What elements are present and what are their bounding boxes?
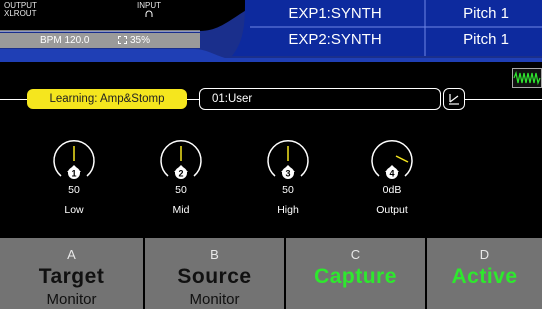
divider-line-mid <box>187 99 199 100</box>
knob-value: 50 <box>68 184 80 196</box>
knob-low[interactable]: 1 50 Low <box>44 130 104 220</box>
knob-dial: 2 <box>160 140 202 179</box>
knob-value: 0dB <box>382 184 402 196</box>
knob-value: 50 <box>175 184 187 196</box>
button-c-capture[interactable]: C Capture <box>286 238 425 309</box>
knob-label: Mid <box>172 204 190 216</box>
bpm-readout: BPM 120.0 <box>40 35 90 46</box>
knob-number: 2 <box>178 169 183 179</box>
exp2-assign[interactable]: EXP2:SYNTH <box>250 31 420 48</box>
button-b-source[interactable]: B Source Monitor <box>145 238 284 309</box>
cpu-readout: 35% <box>118 35 150 46</box>
button-main-label: Target <box>38 265 105 288</box>
output-indicator: OUTPUT XLROUT <box>4 2 37 18</box>
save-pen-icon <box>449 94 459 105</box>
button-sub-label: Monitor <box>46 291 97 308</box>
output-value: XLROUT <box>4 9 37 18</box>
knob-mid[interactable]: 2 50 Mid <box>151 130 211 220</box>
button-letter: D <box>479 247 490 262</box>
knob-number: 1 <box>71 169 76 179</box>
knob-label: Low <box>64 204 84 216</box>
waveform-icon <box>513 70 541 86</box>
button-main-label: Active <box>451 265 518 288</box>
button-main-label: Source <box>177 265 252 288</box>
exp1-assign[interactable]: EXP1:SYNTH <box>250 5 420 22</box>
knob-dial: 1 <box>53 140 95 179</box>
knob-output[interactable]: 4 0dB Output <box>362 130 422 220</box>
knob-high[interactable]: 3 50 High <box>258 130 318 220</box>
cpu-icon <box>118 36 127 44</box>
input-indicator: INPUT <box>137 2 161 20</box>
button-a-target[interactable]: A Target Monitor <box>0 238 143 309</box>
knob-number: 3 <box>285 169 290 179</box>
divider-line-right <box>465 99 542 100</box>
button-main-label: Capture <box>314 265 397 288</box>
headphone-icon <box>145 10 153 17</box>
button-letter: C <box>350 247 361 262</box>
waveform-button[interactable] <box>512 68 542 88</box>
knob-value: 50 <box>282 184 294 196</box>
button-letter: A <box>67 247 76 262</box>
knob-dial: 3 <box>267 140 309 179</box>
button-sub-label: Monitor <box>189 291 240 308</box>
divider-line-left <box>0 99 27 100</box>
button-d-active[interactable]: D Active <box>427 238 542 309</box>
knob-number: 4 <box>389 169 394 179</box>
save-button[interactable] <box>443 88 465 110</box>
knob-label: High <box>277 204 299 216</box>
status-bar: BPM 120.0 35% <box>0 33 200 48</box>
input-label: INPUT <box>137 1 161 10</box>
knob-label: Output <box>376 204 408 216</box>
learning-mode-tag[interactable]: Learning: Amp&Stomp <box>27 89 187 109</box>
knob-dial: 4 <box>371 140 413 179</box>
preset-selector[interactable]: 01:User <box>199 88 441 110</box>
cpu-value: 35% <box>130 35 151 46</box>
button-letter: B <box>210 247 219 262</box>
exp2-value[interactable]: Pitch 1 <box>430 31 542 48</box>
exp1-value[interactable]: Pitch 1 <box>430 5 542 22</box>
preset-name: 01:User <box>212 93 253 105</box>
header-bar: OUTPUT XLROUT INPUT BPM 120.0 35% EXP1:S… <box>0 0 542 62</box>
